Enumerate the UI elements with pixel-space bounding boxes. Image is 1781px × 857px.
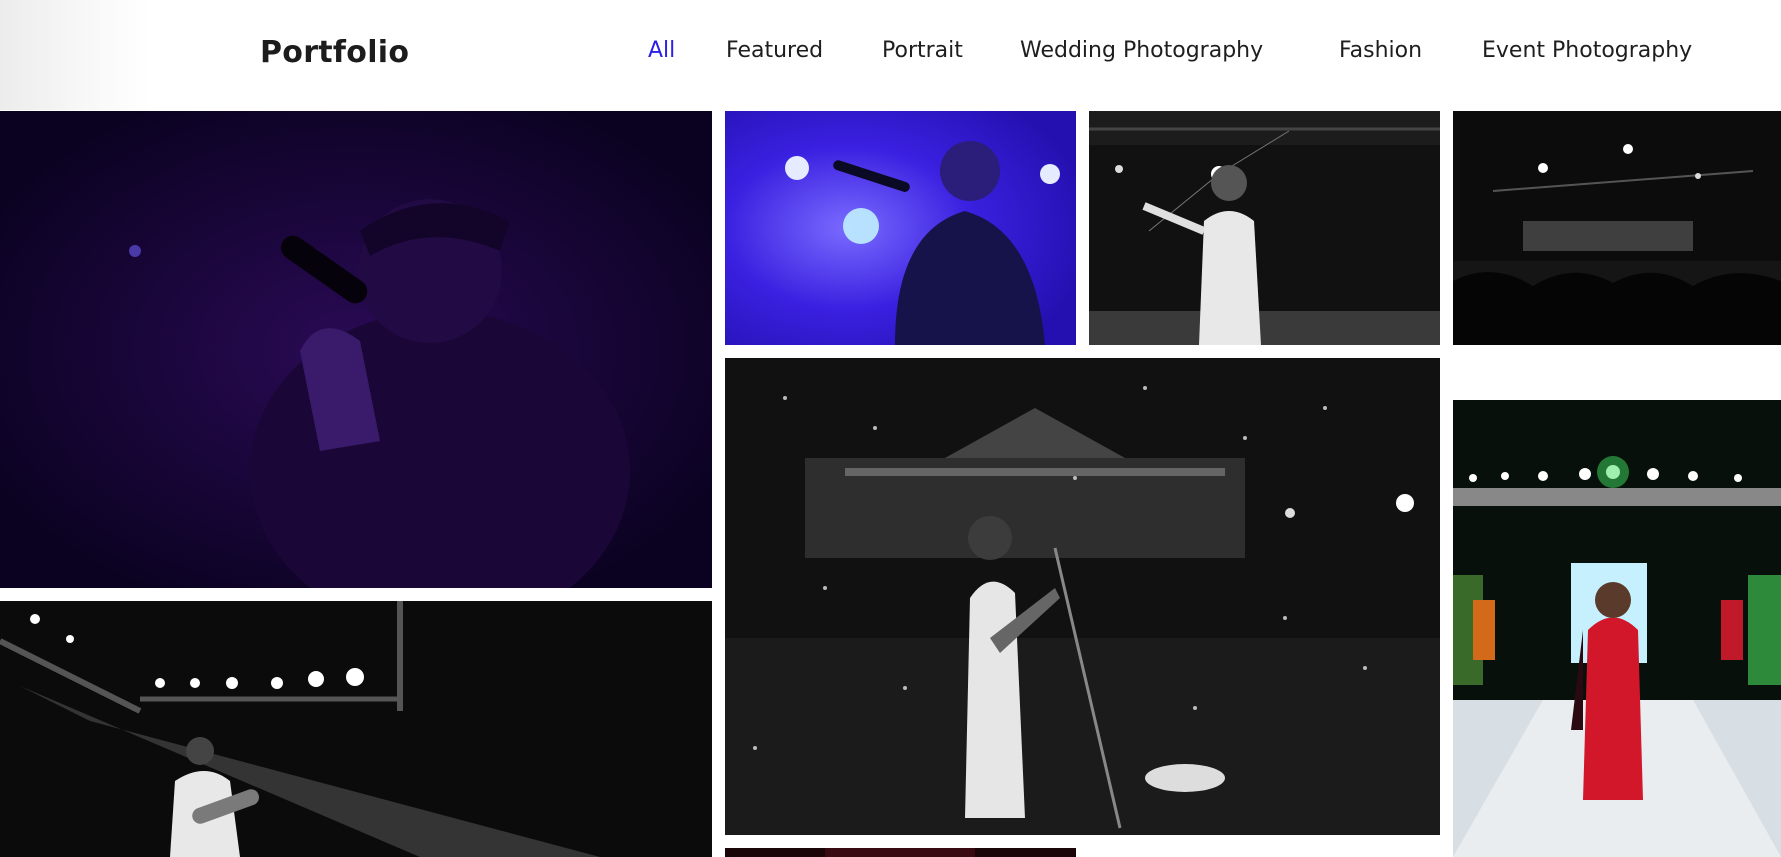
filter-all[interactable]: All <box>648 38 675 63</box>
photo-guitarist-spotlight <box>0 601 712 857</box>
filter-wedding-photography[interactable]: Wedding Photography <box>1020 38 1263 63</box>
gallery-item-singer-blue-stage[interactable] <box>725 111 1076 345</box>
site-logo[interactable]: Portfolio <box>260 35 409 70</box>
photo-performer-bw <box>1089 111 1440 345</box>
photo-singer-purple <box>0 111 712 588</box>
gallery-item-crowd-lights-bw[interactable] <box>1453 111 1781 345</box>
filter-fashion[interactable]: Fashion <box>1339 38 1422 63</box>
gallery-item-runway-red-saree[interactable] <box>1453 400 1781 857</box>
photo-runway-fashion <box>1453 400 1781 857</box>
photo-crowd-bw <box>1453 111 1781 345</box>
gallery-item-guitarist-spotlight-bw[interactable] <box>0 601 712 857</box>
photo-guitarist-confetti <box>725 358 1440 835</box>
photo-singer-blue <box>725 111 1076 345</box>
gallery-item-partial-bottom[interactable] <box>725 848 1076 857</box>
filter-event-photography[interactable]: Event Photography <box>1482 38 1692 63</box>
photo-partial <box>725 848 1076 857</box>
gallery-item-performer-white-tshirt-bw[interactable] <box>1089 111 1440 345</box>
site-header: Portfolio All Featured Portrait Wedding … <box>0 0 1781 110</box>
filter-portrait[interactable]: Portrait <box>882 38 963 63</box>
gallery-item-singer-purple-closeup[interactable] <box>0 111 712 588</box>
filter-featured[interactable]: Featured <box>726 38 823 63</box>
gallery-item-guitarist-confetti-bw[interactable] <box>725 358 1440 835</box>
